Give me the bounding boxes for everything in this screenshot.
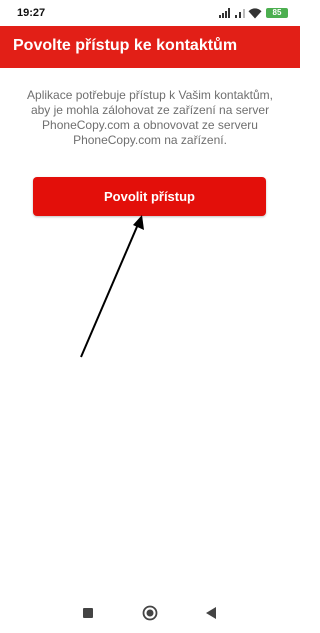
description-line: PhoneCopy.com a obnovovat ze serveru [42, 118, 258, 132]
battery-icon: 85 [266, 8, 288, 18]
app-bar: Povolte přístup ke kontaktům [0, 26, 300, 68]
permission-screen: 19:27 85 Povolte přístup ke kontaktům Ap… [0, 0, 300, 633]
signal-icon-2 [235, 8, 245, 18]
allow-access-button[interactable]: Povolit přístup [33, 177, 266, 216]
navigation-bar [0, 593, 300, 633]
description-line: PhoneCopy.com na zařízení. [73, 133, 227, 147]
home-circle-icon[interactable] [140, 603, 160, 623]
recents-square-icon[interactable] [78, 603, 98, 623]
status-bar: 19:27 85 [0, 0, 300, 26]
description-line: aby je mohla zálohovat ze zařízení na se… [30, 103, 270, 117]
status-time: 19:27 [17, 7, 46, 19]
status-icons: 85 [219, 7, 288, 19]
description-line: Aplikace potřebuje přístup k Vašim konta… [27, 88, 273, 102]
back-triangle-icon[interactable] [201, 603, 221, 623]
signal-icon [219, 8, 233, 18]
page-title: Povolte přístup ke kontaktům [13, 37, 238, 54]
permission-description: Aplikace potřebuje přístup k Vašim konta… [24, 88, 276, 148]
wifi-icon [248, 7, 262, 19]
